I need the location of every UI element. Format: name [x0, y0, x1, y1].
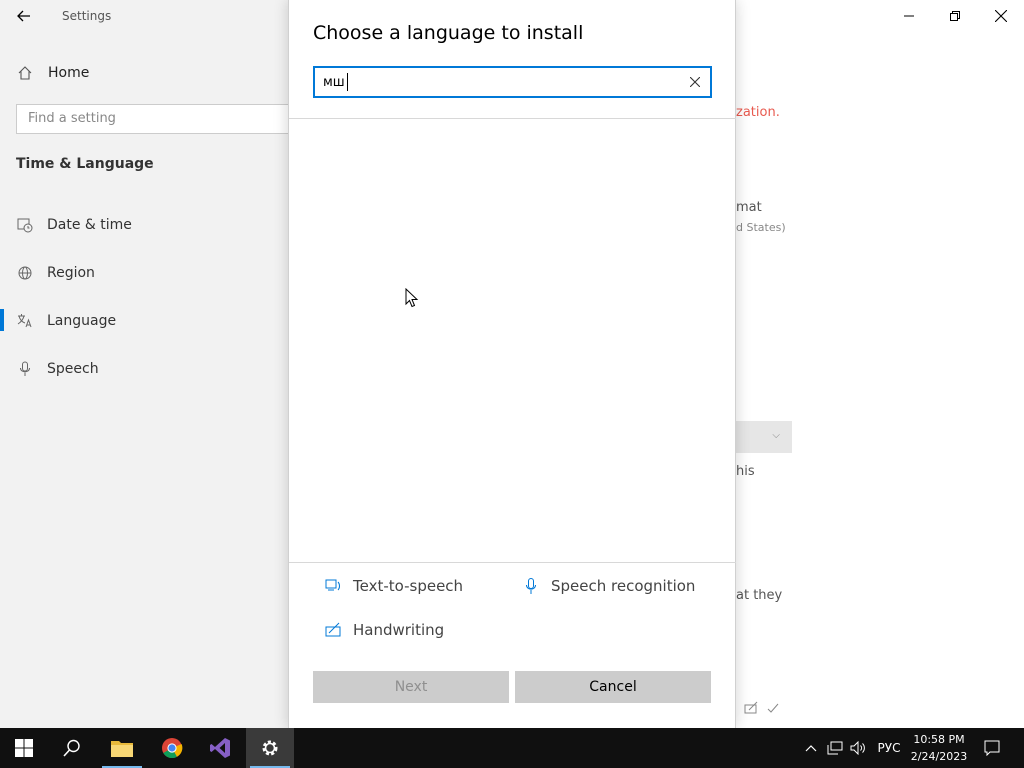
background-dropdown[interactable]: ⌵: [736, 421, 792, 453]
sidebar-item-label: Date & time: [47, 217, 132, 233]
dialog-title: Choose a language to install: [313, 22, 584, 44]
chevron-up-icon[interactable]: [800, 728, 822, 768]
divider: [289, 562, 736, 563]
feature-speech-recognition: Speech recognition: [521, 576, 695, 596]
feature-text-to-speech: Text-to-speech: [323, 576, 463, 596]
language-icon: [16, 312, 34, 330]
chevron-down-icon: ⌵: [772, 430, 780, 441]
notifications-icon[interactable]: [978, 728, 1006, 768]
restore-button[interactable]: [932, 0, 978, 32]
gear-icon: [262, 740, 278, 756]
language-results-list[interactable]: [289, 119, 736, 561]
sidebar-item-label: Home: [48, 65, 90, 81]
window-title: Settings: [62, 9, 112, 23]
format-label: mat: [736, 200, 762, 215]
network-icon[interactable]: [824, 728, 846, 768]
sidebar-item-region[interactable]: Region: [16, 260, 95, 286]
sidebar-item-home[interactable]: Home: [16, 60, 89, 86]
back-arrow-icon[interactable]: [12, 6, 36, 28]
feature-label: Text-to-speech: [353, 577, 464, 595]
microphone-icon: [16, 360, 34, 378]
handwriting-icon: [744, 700, 760, 719]
format-value: d States): [736, 221, 786, 234]
file-explorer-button[interactable]: [98, 728, 146, 768]
language-search-field[interactable]: [313, 66, 712, 98]
start-button[interactable]: [0, 728, 48, 768]
feature-handwriting: Handwriting: [323, 620, 444, 640]
taskbar-clock[interactable]: 10:58 PM 2/24/2023: [908, 731, 970, 765]
windows-logo-icon: [15, 739, 33, 757]
visual-studio-button[interactable]: [196, 728, 244, 768]
sidebar-item-date-time[interactable]: Date & time: [16, 212, 132, 238]
search-button[interactable]: [48, 728, 96, 768]
section-title: Time & Language: [16, 156, 154, 172]
feature-label: Speech recognition: [551, 577, 696, 595]
chrome-icon: [162, 738, 183, 759]
sidebar-item-label: Language: [47, 313, 117, 329]
selected-indicator: [0, 309, 4, 331]
sidebar-item-speech[interactable]: Speech: [16, 356, 99, 382]
input-language-indicator[interactable]: РУС: [872, 728, 906, 768]
mouse-cursor-icon: [405, 287, 419, 308]
globe-icon: [16, 264, 34, 282]
clock-calendar-icon: [16, 216, 34, 234]
sidebar-item-label: Speech: [47, 361, 99, 377]
chrome-button[interactable]: [148, 728, 196, 768]
volume-icon[interactable]: [847, 728, 869, 768]
microphone-icon: [521, 576, 541, 596]
clear-search-icon[interactable]: [687, 74, 703, 90]
text-to-speech-icon: [323, 576, 343, 596]
feature-label: Handwriting: [353, 621, 445, 639]
settings-sidebar: Settings Home Find a setting Time & Lang…: [0, 0, 296, 728]
next-button[interactable]: Next: [313, 671, 509, 703]
find-setting-input[interactable]: Find a setting: [16, 104, 296, 134]
minimize-button[interactable]: [886, 0, 932, 32]
search-icon: [63, 739, 80, 757]
background-text-his: his: [736, 464, 755, 479]
spellcheck-icon: [766, 700, 780, 719]
text-caret: [347, 73, 348, 91]
sidebar-item-label: Region: [47, 265, 95, 281]
home-icon: [16, 64, 34, 82]
taskbar: РУС 10:58 PM 2/24/2023: [0, 728, 1024, 768]
background-text-they: at they: [736, 588, 783, 603]
clock-date: 2/24/2023: [910, 750, 968, 763]
handwriting-icon: [323, 620, 343, 640]
sidebar-item-language[interactable]: Language: [16, 308, 116, 334]
settings-taskbar-button[interactable]: [246, 728, 294, 768]
visual-studio-icon: [210, 738, 230, 758]
cancel-button[interactable]: Cancel: [515, 671, 711, 703]
language-search-input[interactable]: [323, 73, 663, 91]
clock-time: 10:58 PM: [913, 733, 965, 746]
install-language-dialog: Choose a language to install Text-to-spe…: [288, 0, 736, 728]
close-button[interactable]: [978, 0, 1024, 32]
language-warning-text: zation.: [736, 105, 780, 120]
folder-icon: [111, 741, 133, 757]
